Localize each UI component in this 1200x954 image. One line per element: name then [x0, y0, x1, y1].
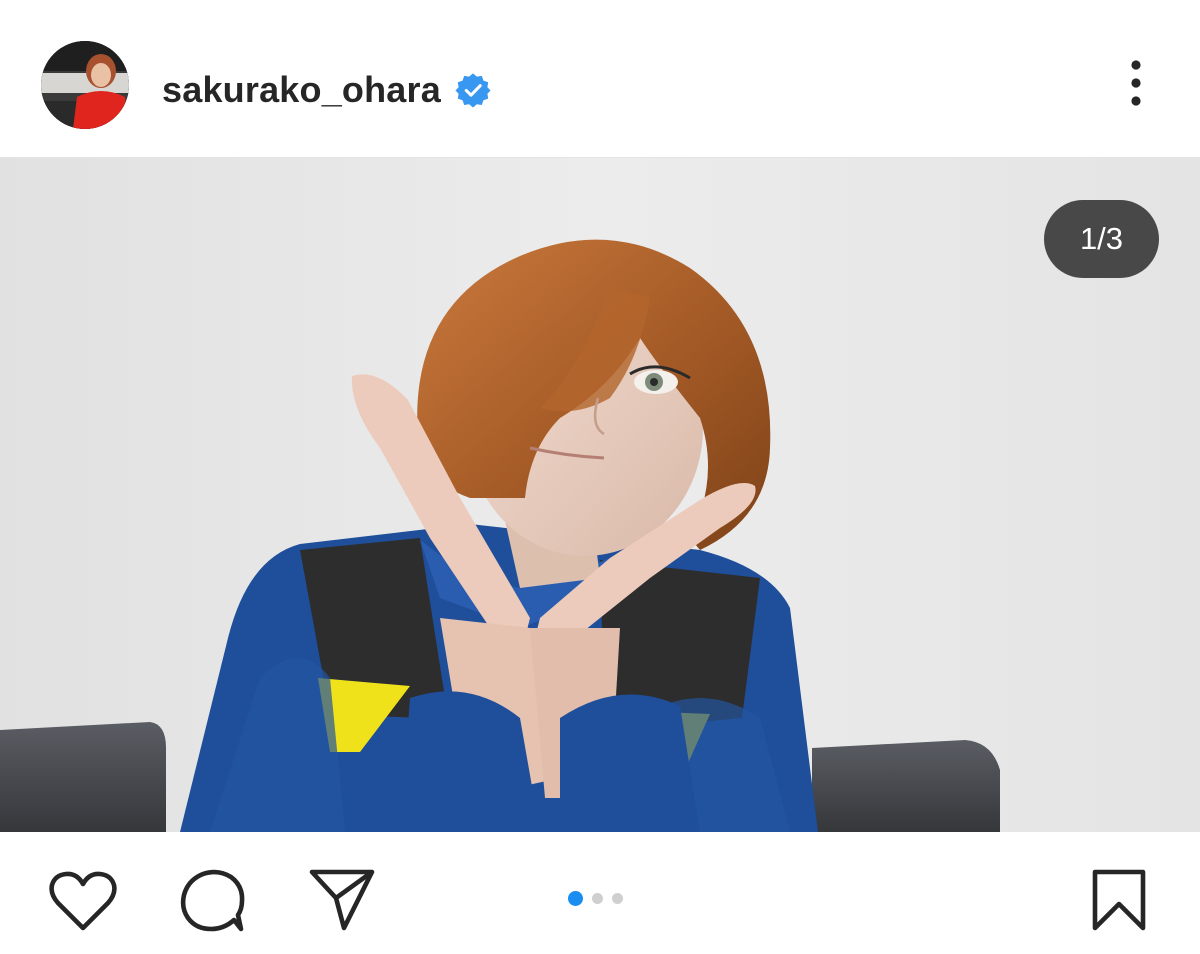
paper-plane-icon: [309, 869, 375, 931]
action-bar: [0, 832, 1200, 954]
more-vertical-icon: [1131, 60, 1141, 106]
carousel-dot-active: [568, 890, 583, 906]
instagram-post: sakurako_ohara 1/3: [0, 0, 1200, 954]
cosplay-photo: [0, 158, 1200, 832]
carousel-dots: [568, 890, 623, 906]
verified-badge-icon: [455, 72, 491, 108]
post-header: sakurako_ohara: [0, 0, 1200, 158]
carousel-dot: [612, 892, 623, 904]
like-button[interactable]: [48, 870, 118, 932]
share-button[interactable]: [308, 868, 376, 932]
comment-button[interactable]: [180, 868, 246, 934]
carousel-dot: [592, 892, 603, 904]
save-button[interactable]: [1090, 868, 1148, 932]
comment-bubble-icon: [180, 869, 245, 932]
username[interactable]: sakurako_ohara: [162, 69, 441, 111]
post-photo[interactable]: 1/3: [0, 158, 1200, 832]
more-options-button[interactable]: [1114, 58, 1158, 108]
avatar-photo: [41, 41, 129, 129]
avatar[interactable]: [41, 41, 129, 129]
bookmark-icon: [1092, 869, 1146, 931]
username-row: sakurako_ohara: [162, 64, 491, 116]
heart-icon: [49, 871, 117, 931]
carousel-counter: 1/3: [1044, 200, 1159, 278]
